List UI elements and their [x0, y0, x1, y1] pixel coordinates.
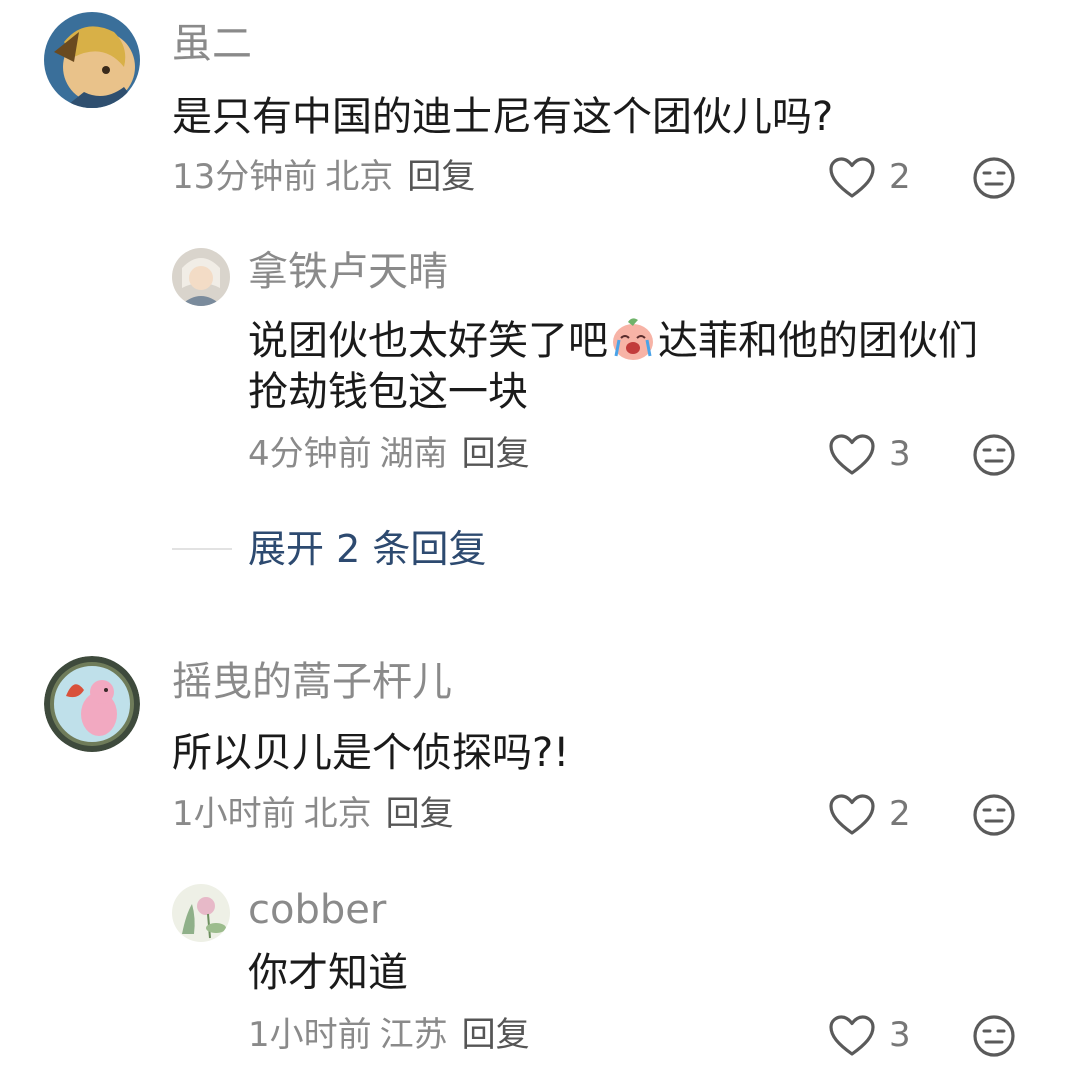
expand-replies-button[interactable]: 展开 2 条回复: [248, 530, 486, 568]
reply-button[interactable]: 回复: [462, 1015, 530, 1055]
like-count: 3: [889, 1015, 911, 1055]
reply-time: 4分钟前: [248, 434, 372, 474]
heart-outline-icon[interactable]: [828, 1014, 876, 1058]
avatar[interactable]: [44, 12, 140, 108]
comment-username[interactable]: 虽二: [172, 24, 252, 64]
reply-text-part: 说团伙也太好笑了吧: [248, 318, 608, 364]
comment-text: 所以贝儿是个侦探吗?!: [172, 730, 570, 776]
reply-text: 你才知道: [248, 950, 408, 996]
reply-location: 江苏: [379, 1015, 448, 1055]
comment-time: 13分钟前: [172, 157, 318, 197]
reply-username[interactable]: cobber: [248, 890, 386, 930]
comment-meta: 13分钟前 北京 回复: [172, 160, 475, 194]
heart-outline-icon[interactable]: [828, 433, 876, 477]
comment-username[interactable]: 摇曳的蒿子杆儿: [172, 662, 452, 702]
reply-button[interactable]: 回复: [386, 794, 454, 834]
crying-laughing-peach-emoji: [613, 318, 653, 360]
avatar[interactable]: [44, 656, 140, 752]
reply-button[interactable]: 回复: [462, 434, 530, 474]
reply-time: 1小时前: [248, 1015, 372, 1055]
reply-text-part: 达菲和他的团伙们: [658, 318, 978, 364]
heart-outline-icon[interactable]: [828, 793, 876, 837]
reply-text-line: 抢劫钱包这一块: [248, 369, 528, 415]
neutral-face-icon[interactable]: [972, 793, 1016, 837]
heart-outline-icon[interactable]: [828, 156, 876, 200]
neutral-face-icon[interactable]: [972, 156, 1016, 200]
divider: [172, 548, 232, 550]
like-count: 3: [889, 434, 911, 474]
comment-location: 北京: [325, 157, 394, 197]
comment-time: 1小时前: [172, 794, 296, 834]
reply-meta: 4分钟前 湖南 回复: [248, 437, 530, 471]
neutral-face-icon[interactable]: [972, 433, 1016, 477]
reply-location: 湖南: [379, 434, 448, 474]
reply-button[interactable]: 回复: [407, 157, 475, 197]
comment-location: 北京: [303, 794, 372, 834]
avatar[interactable]: [172, 248, 230, 306]
like-count: 2: [889, 157, 911, 197]
comment-meta: 1小时前 北京 回复: [172, 797, 454, 831]
reply-text: 说团伙也太好笑了吧 达菲和他的团伙们: [248, 316, 978, 362]
reply-username[interactable]: 拿铁卢天晴: [248, 252, 448, 292]
avatar[interactable]: [172, 884, 230, 942]
like-count: 2: [889, 794, 911, 834]
neutral-face-icon[interactable]: [972, 1014, 1016, 1058]
comment-text: 是只有中国的迪士尼有这个团伙儿吗?: [172, 94, 834, 140]
reply-meta: 1小时前 江苏 回复: [248, 1018, 530, 1052]
